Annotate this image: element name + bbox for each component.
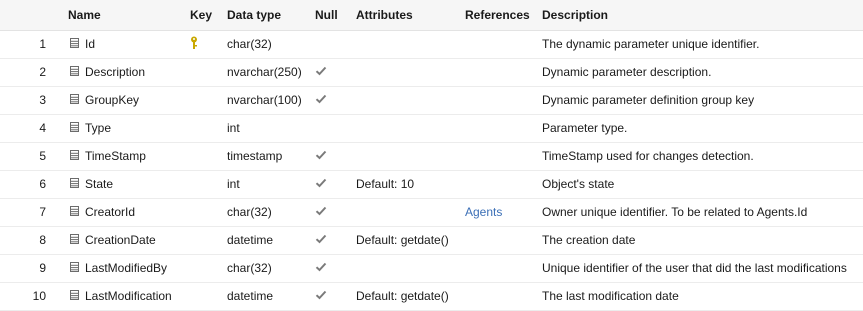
description: Parameter type. <box>542 121 628 135</box>
column-name: Id <box>85 37 96 51</box>
primary-key-icon <box>190 226 204 254</box>
header-key[interactable]: Key <box>190 0 212 30</box>
primary-key-icon <box>190 58 204 86</box>
primary-key-icon <box>190 198 204 226</box>
column-icon <box>70 170 82 198</box>
header-references[interactable]: References <box>465 0 530 30</box>
reference-link[interactable]: Agents <box>465 198 502 226</box>
column-name: LastModifiedBy <box>85 261 168 275</box>
header-null[interactable]: Null <box>315 0 338 30</box>
attributes: Default: getdate() <box>356 233 449 247</box>
column-name: CreationDate <box>85 233 156 247</box>
data-type: int <box>227 121 240 135</box>
table-row[interactable]: 4 Type int Parameter type. <box>0 114 863 143</box>
column-icon <box>70 58 82 86</box>
row-number: 4 <box>39 121 46 135</box>
column-name: Type <box>85 121 112 135</box>
columns-table: Name Key Data type Null Attributes Refer… <box>0 0 863 311</box>
column-icon <box>70 198 82 226</box>
column-name: Description <box>85 65 146 79</box>
description: Owner unique identifier. To be related t… <box>542 205 808 219</box>
primary-key-icon <box>190 86 204 114</box>
column-name: LastModification <box>85 289 172 303</box>
description: TimeStamp used for changes detection. <box>542 149 754 163</box>
column-icon <box>70 142 82 170</box>
header-name[interactable]: Name <box>68 0 101 30</box>
row-number: 9 <box>39 261 46 275</box>
nullable-check-icon <box>315 58 329 86</box>
column-name: CreatorId <box>85 205 136 219</box>
row-number: 3 <box>39 93 46 107</box>
description: Dynamic parameter description. <box>542 65 712 79</box>
column-icon <box>70 114 82 142</box>
description: The last modification date <box>542 289 679 303</box>
attributes: Default: getdate() <box>356 289 449 303</box>
column-name: TimeStamp <box>85 149 146 163</box>
row-number: 1 <box>39 37 46 51</box>
header-data-type[interactable]: Data type <box>227 0 281 30</box>
header-description[interactable]: Description <box>542 0 608 30</box>
table-row[interactable]: 6 State int Default: 10 Object's state <box>0 170 863 199</box>
table-row[interactable]: 3 GroupKey nvarchar(100) Dynamic parameter … <box>0 86 863 115</box>
data-type: nvarchar(100) <box>227 93 302 107</box>
table-row[interactable]: 9 LastModifiedBy char(32) Unique identifier… <box>0 254 863 283</box>
nullable-check-icon <box>315 226 329 254</box>
nullable-check-icon <box>315 30 329 58</box>
primary-key-icon <box>190 282 204 310</box>
data-type: char(32) <box>227 205 272 219</box>
nullable-check-icon <box>315 170 329 198</box>
nullable-check-icon <box>315 282 329 310</box>
table-row[interactable]: 7 CreatorId char(32) Agents Owner unique ide… <box>0 198 863 227</box>
data-type: nvarchar(250) <box>227 65 302 79</box>
nullable-check-icon <box>315 198 329 226</box>
description: The dynamic parameter unique identifier. <box>542 37 760 51</box>
row-number: 5 <box>39 149 46 163</box>
table-header: Name Key Data type Null Attributes Refer… <box>0 0 863 31</box>
nullable-check-icon <box>315 114 329 142</box>
header-attributes[interactable]: Attributes <box>356 0 413 30</box>
data-type: datetime <box>227 289 274 303</box>
column-icon <box>70 226 82 254</box>
table-row[interactable]: 1 Id char(32) The dynamic parameter unique … <box>0 30 863 59</box>
row-number: 2 <box>39 65 46 79</box>
column-name: State <box>85 177 114 191</box>
column-icon <box>70 254 82 282</box>
nullable-check-icon <box>315 86 329 114</box>
data-type: datetime <box>227 233 274 247</box>
attributes: Default: 10 <box>356 177 415 191</box>
table-row[interactable]: 5 TimeStamp timestamp TimeStamp used for ch… <box>0 142 863 171</box>
description: Object's state <box>542 177 615 191</box>
data-type: char(32) <box>227 37 272 51</box>
table-row[interactable]: 2 Description nvarchar(250) Dynamic paramet… <box>0 58 863 87</box>
column-icon <box>70 282 82 310</box>
row-number: 8 <box>39 233 46 247</box>
data-type: timestamp <box>227 149 283 163</box>
column-icon <box>70 30 82 58</box>
description: Dynamic parameter definition group key <box>542 93 755 107</box>
row-number: 7 <box>39 205 46 219</box>
primary-key-icon <box>190 142 204 170</box>
data-type: int <box>227 177 240 191</box>
primary-key-icon <box>190 30 204 58</box>
table-row[interactable]: 8 CreationDate datetime Default: getdate() T… <box>0 226 863 255</box>
primary-key-icon <box>190 254 204 282</box>
row-number: 10 <box>32 289 46 303</box>
description: Unique identifier of the user that did t… <box>542 261 847 275</box>
nullable-check-icon <box>315 142 329 170</box>
column-name: GroupKey <box>85 93 140 107</box>
description: The creation date <box>542 233 636 247</box>
primary-key-icon <box>190 170 204 198</box>
nullable-check-icon <box>315 254 329 282</box>
row-number: 6 <box>39 177 46 191</box>
primary-key-icon <box>190 114 204 142</box>
column-icon <box>70 86 82 114</box>
data-type: char(32) <box>227 261 272 275</box>
